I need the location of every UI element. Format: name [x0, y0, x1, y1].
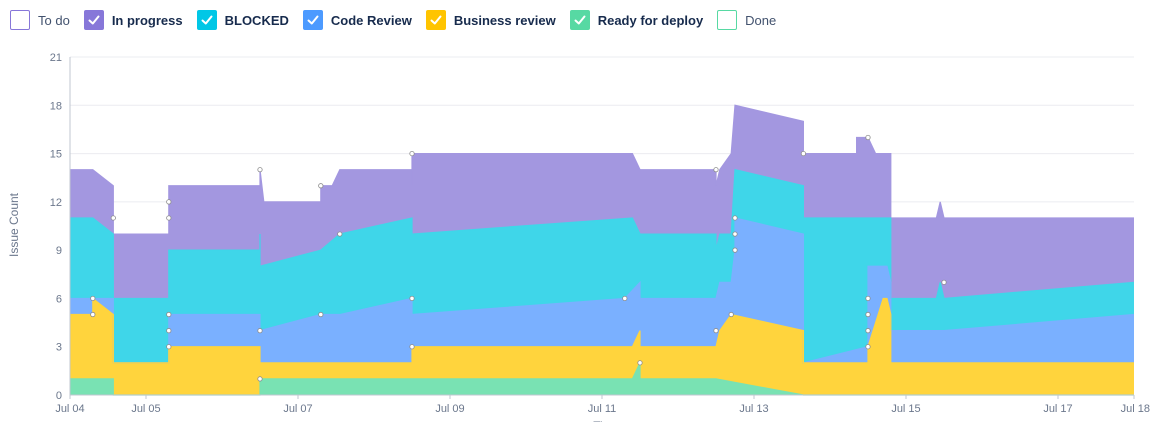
x-tick-label: Jul 04	[55, 403, 84, 415]
data-point-marker[interactable]	[865, 344, 871, 350]
data-point-marker[interactable]	[865, 295, 871, 302]
data-point-marker[interactable]	[713, 328, 719, 334]
y-tick-label: 21	[50, 52, 62, 64]
data-point-marker[interactable]	[257, 376, 263, 382]
x-tick-label: Jul 13	[739, 403, 768, 415]
x-tick-label: Jul 09	[435, 403, 464, 415]
x-tick-label: Jul 17	[1043, 403, 1072, 415]
data-point-marker[interactable]	[318, 183, 324, 189]
data-point-marker[interactable]	[865, 328, 871, 334]
y-tick-label: 6	[56, 293, 62, 305]
y-tick-label: 12	[50, 197, 62, 209]
data-point-marker[interactable]	[257, 167, 263, 173]
data-point-marker[interactable]	[110, 215, 116, 221]
data-point-marker[interactable]	[166, 215, 172, 221]
data-point-marker[interactable]	[732, 215, 738, 221]
data-point-marker[interactable]	[409, 150, 415, 157]
y-tick-labels: 0 3 6 9 12 15 18 21	[50, 52, 62, 402]
data-point-marker[interactable]	[166, 328, 172, 334]
y-tick-label: 3	[56, 342, 62, 354]
data-point-marker[interactable]	[318, 311, 324, 318]
y-tick-label: 9	[56, 245, 62, 257]
data-point-marker[interactable]	[409, 295, 415, 302]
y-tick-label: 15	[50, 149, 62, 161]
y-tick-label: 18	[50, 100, 62, 112]
data-point-marker[interactable]	[622, 295, 628, 302]
data-point-marker[interactable]	[865, 134, 871, 141]
data-point-marker[interactable]	[637, 360, 643, 366]
x-tick-labels: Jul 04 Jul 05 Jul 07 Jul 09 Jul 11 Jul 13 Jul …	[55, 395, 1150, 415]
data-point-marker[interactable]	[166, 311, 172, 318]
x-tick-label: Jul 05	[131, 403, 160, 415]
data-point-marker[interactable]	[90, 311, 96, 318]
data-point-marker[interactable]	[90, 295, 96, 302]
data-point-marker[interactable]	[732, 247, 738, 253]
data-point-marker[interactable]	[257, 328, 263, 334]
x-tick-label: Jul 15	[891, 403, 920, 415]
data-point-marker[interactable]	[713, 167, 719, 173]
data-point-marker[interactable]	[732, 231, 738, 237]
data-point-marker[interactable]	[865, 311, 871, 318]
x-tick-label: Jul 18	[1121, 403, 1150, 415]
y-axis-title: Issue Count	[7, 192, 21, 257]
data-point-marker[interactable]	[337, 231, 343, 237]
data-point-marker[interactable]	[800, 150, 807, 157]
data-point-marker[interactable]	[941, 279, 947, 285]
cumulative-flow-chart: 036912151821 Jul 04 Jul 05 Jul 07 Jul 09 Jul…	[7, 52, 1150, 422]
data-point-marker[interactable]	[728, 311, 734, 318]
data-point-marker[interactable]	[409, 344, 415, 350]
x-tick-label: Jul 07	[283, 403, 312, 415]
data-point-marker[interactable]	[166, 199, 172, 205]
data-point-marker[interactable]	[166, 344, 172, 350]
y-tick-label: 0	[56, 390, 62, 402]
x-tick-label: Jul 11	[588, 403, 617, 415]
